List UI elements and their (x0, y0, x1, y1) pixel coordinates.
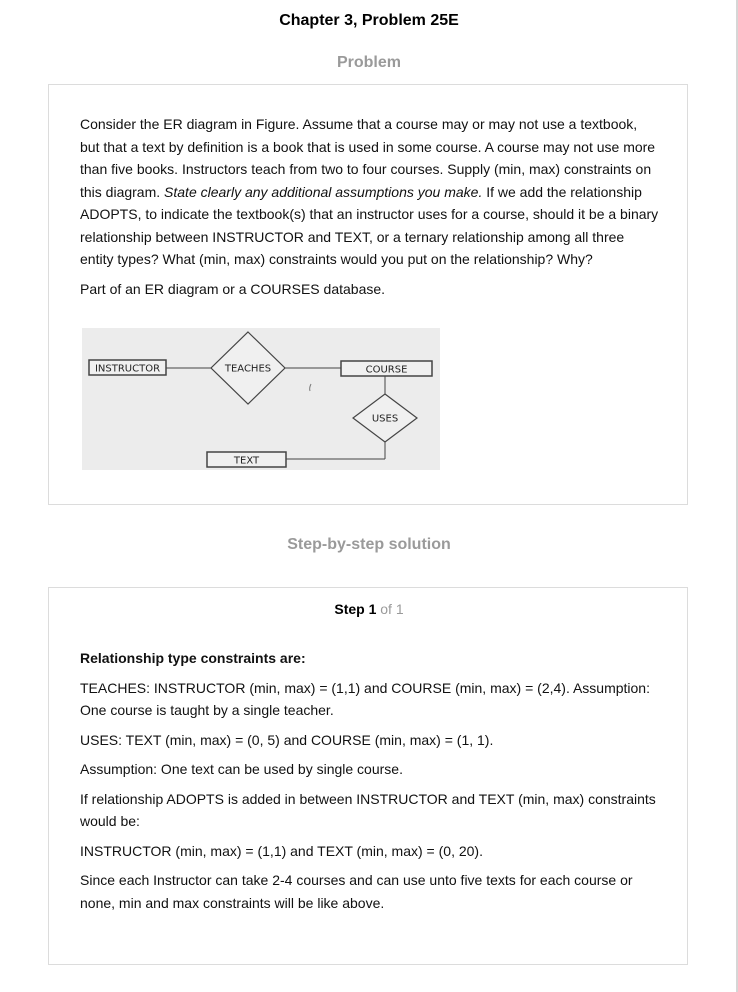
step-indicator: Step 1 of 1 (49, 601, 689, 617)
figure-caption: Part of an ER diagram or a COURSES datab… (80, 280, 386, 297)
solution-paragraph: Assumption: One text can be used by sing… (80, 761, 403, 777)
solution-paragraph: Since each Instructor can take 2-4 cours… (80, 872, 633, 911)
solution-paragraph: If relationship ADOPTS is added in betwe… (80, 790, 656, 830)
solution-body: Relationship type constraints are: TEACH… (80, 647, 660, 914)
instructor-entity-label: INSTRUCTOR (95, 364, 160, 375)
problem-heading: Problem (336, 54, 401, 71)
solution-card: Step 1 of 1 Relationship type constraint… (48, 587, 688, 965)
problem-text-italic: State clearly any additional assumptions… (164, 183, 483, 200)
solution-heading: Step-by-step solution (287, 536, 451, 553)
text-entity-label: TEXT (233, 456, 260, 467)
step-number: Step 1 (334, 601, 377, 617)
solution-paragraph: INSTRUCTOR (min, max) = (1,1) and TEXT (… (80, 842, 483, 859)
chapter-title: Chapter 3, Problem 25E (279, 12, 459, 29)
uses-relationship-label: USES (372, 414, 398, 425)
solution-subheading: Relationship type constraints are: (80, 650, 306, 666)
solution-paragraph: USES: TEXT (min, max) = (0, 5) and COURS… (80, 731, 494, 748)
er-diagram-svg: INSTRUCTOR TEACHES COURSE USES TEXT (88, 331, 433, 468)
stray-mark (309, 383, 312, 392)
solution-paragraph: TEACHES: INSTRUCTOR (min, max) = (1,1) a… (80, 679, 650, 719)
er-diagram: INSTRUCTOR TEACHES COURSE USES TEXT (82, 328, 440, 470)
teaches-relationship-label: TEACHES (224, 364, 271, 375)
course-entity-label: COURSE (366, 365, 408, 376)
step-total: of 1 (376, 601, 404, 617)
problem-card: Consider the ER diagram in Figure. Assum… (48, 84, 688, 505)
problem-statement: Consider the ER diagram in Figure. Assum… (80, 113, 660, 271)
problem-body: Consider the ER diagram in Figure. Assum… (80, 113, 660, 300)
